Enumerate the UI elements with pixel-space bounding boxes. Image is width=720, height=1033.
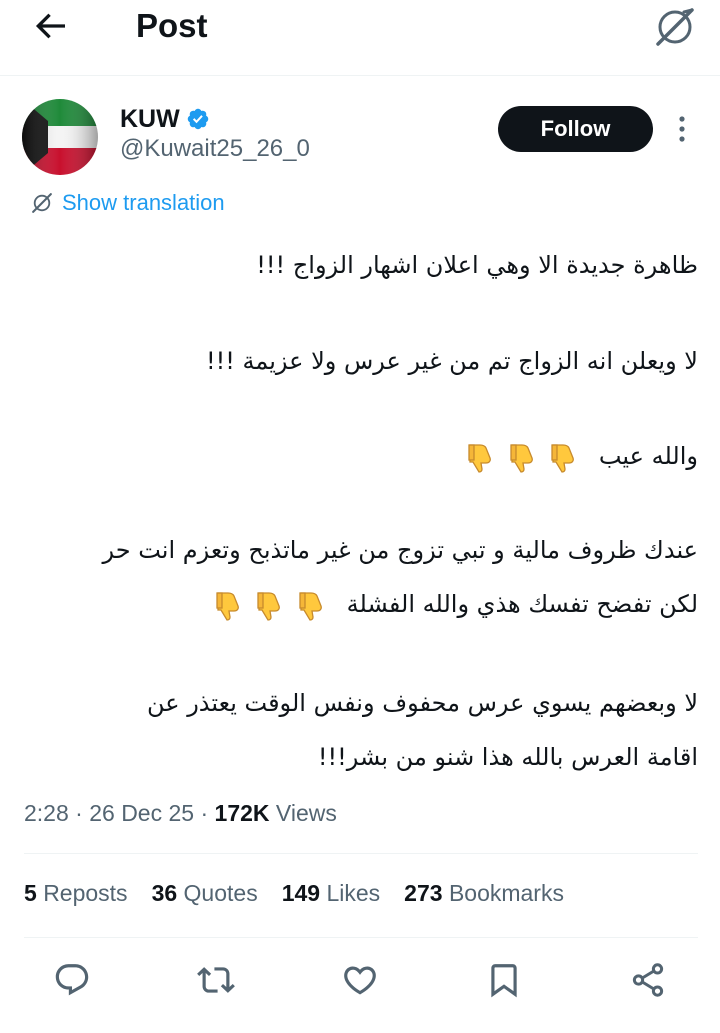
like-button[interactable] [338,958,382,1002]
share-button[interactable] [626,958,670,1002]
action-bar [0,958,720,1008]
reply-button[interactable] [50,958,94,1002]
views-label: Views [275,800,337,826]
thumbs-down-icon [509,444,533,473]
grok-icon [32,193,52,213]
tweet-line: لا ويعلن انه الزواج تم من غير عرس ولا عز… [205,347,698,375]
tweet-line: ظاهرة جديدة الا وهي اعلان اشهار الزواج !… [256,251,698,279]
show-translation-label[interactable]: Show translation [62,190,225,216]
thumbs-down-emoji-group [212,585,329,625]
tweet-line: اقامة العرس بالله هذا شنو من بشر!!! [317,743,698,771]
grok-button[interactable] [652,4,698,50]
tweet-line: لكن تفضح تفسك هذي والله الفشلة [212,584,698,624]
stat-bookmarks[interactable]: 273 Bookmarks [404,880,564,907]
thumbs-down-icon [551,444,575,473]
verified-badge-icon [187,108,208,130]
thumbs-down-icon [468,444,491,473]
engagement-stats: 5 Reposts 36 Quotes 149 Likes 273 Bookma… [24,880,588,907]
tweet-meta: 2:28 · 26 Dec 25 · 172K Views [24,800,337,826]
tweet-line: عندك ظروف مالية و تبي تزوج من غير ماتذبح… [102,536,699,564]
share-icon [632,963,664,997]
bookmark-icon [491,964,517,998]
author-name-row[interactable]: KUW [120,104,210,134]
avatar[interactable] [22,99,98,175]
repost-button[interactable] [194,958,238,1002]
top-bar: Post [0,0,720,76]
grok-icon [656,8,694,46]
bookmark-button[interactable] [482,958,526,1002]
thumbs-down-icon [299,592,322,621]
tweet-line: لا وبعضهم يسوي عرس محفوف ونفس الوقت يعتذ… [146,689,698,717]
thumbs-down-icon [216,592,239,621]
reply-icon [55,964,89,996]
page-title: Post [136,7,208,44]
stat-reposts[interactable]: 5 Reposts [24,880,128,907]
thumbs-down-icon [257,592,281,621]
stat-likes[interactable]: 149 Likes [282,880,380,907]
display-name[interactable]: KUW [120,105,180,134]
arrow-left-icon [35,13,65,39]
divider [24,937,698,938]
author-handle[interactable]: @Kuwait25_26_0 [120,135,310,163]
thumbs-down-emoji-group [464,437,581,477]
tweet-date[interactable]: 26 Dec 25 [89,800,194,826]
stat-quotes[interactable]: 36 Quotes [152,880,258,907]
like-icon [344,966,376,995]
more-options-button[interactable] [668,112,696,146]
follow-button[interactable]: Follow [498,106,653,152]
divider [24,853,698,854]
views-count: 172K [214,800,270,826]
show-translation-link[interactable]: Show translation [30,190,225,216]
tweet-time[interactable]: 2:28 [24,800,69,826]
back-button[interactable] [30,6,76,46]
repost-icon [197,967,235,993]
kuwait-flag-avatar [22,99,98,175]
more-vertical-icon [679,116,685,142]
tweet-line: والله عيب [464,436,698,476]
